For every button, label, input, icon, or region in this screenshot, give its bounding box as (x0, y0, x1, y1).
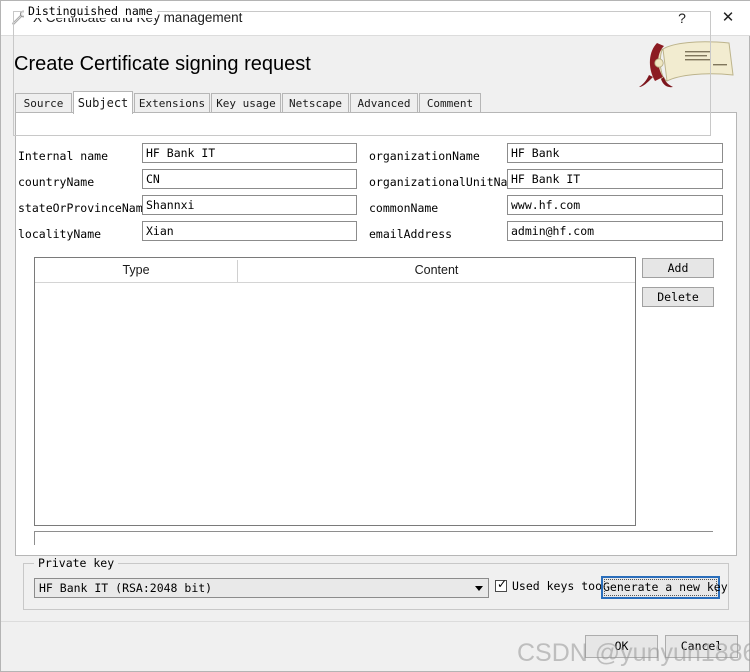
table-header-row: Type Content (35, 258, 635, 283)
input-internal-name[interactable]: HF Bank IT (142, 143, 357, 163)
generate-new-key-button[interactable]: Generate a new key (601, 576, 728, 599)
label-locality-name: localityName (18, 227, 102, 241)
input-country-name[interactable]: CN (142, 169, 357, 189)
generate-new-key-label: Generate a new key (603, 580, 728, 594)
label-country-name: countryName (18, 175, 95, 189)
private-key-group-title: Private key (34, 556, 119, 570)
input-state-or-province-name[interactable]: Shannxi (142, 195, 357, 215)
ok-button[interactable]: OK (585, 635, 658, 658)
private-key-select-value: HF Bank IT (RSA:2048 bit) (39, 581, 213, 595)
used-keys-too-checkbox[interactable]: ✓ (495, 577, 508, 592)
footer-separator (1, 621, 749, 622)
chevron-down-icon (475, 586, 483, 591)
table-horizontal-scrollbar[interactable] (34, 531, 713, 547)
delete-button[interactable]: Delete (642, 287, 714, 307)
cancel-button[interactable]: Cancel (665, 635, 738, 658)
label-email-address: emailAddress (369, 227, 453, 241)
attributes-table[interactable]: Type Content (34, 257, 636, 526)
scrollbar-trough-left (34, 531, 35, 545)
tab-subject[interactable]: Subject (73, 91, 133, 114)
private-key-group: Private key HF Bank IT (RSA:2048 bit) ✓ … (23, 556, 729, 610)
input-organizational-unit-name[interactable]: HF Bank IT (507, 169, 723, 189)
input-email-address[interactable]: admin@hf.com (507, 221, 723, 241)
label-organizational-unit-name: organizationalUnitName (369, 175, 522, 189)
distinguished-name-group: Distinguished name (13, 4, 711, 136)
column-header-type[interactable]: Type (35, 258, 237, 282)
distinguished-name-group-title: Distinguished name (24, 4, 157, 18)
scrollbar-trough-top (34, 531, 713, 532)
label-internal-name: Internal name (18, 149, 109, 163)
input-common-name[interactable]: www.hf.com (507, 195, 723, 215)
add-button[interactable]: Add (642, 258, 714, 278)
column-header-content[interactable]: Content (238, 258, 635, 282)
used-keys-too-label: Used keys too (512, 579, 603, 593)
input-locality-name[interactable]: Xian (142, 221, 357, 241)
label-common-name: commonName (369, 201, 439, 215)
application-window: X Certificate and Key management ? ✕ Cre… (0, 0, 750, 672)
input-organization-name[interactable]: HF Bank (507, 143, 723, 163)
label-state-or-province-name: stateOrProvinceName (18, 201, 150, 215)
close-icon[interactable]: ✕ (705, 1, 750, 35)
private-key-select[interactable]: HF Bank IT (RSA:2048 bit) (34, 578, 489, 598)
label-organization-name: organizationName (369, 149, 480, 163)
check-icon: ✓ (497, 577, 508, 591)
